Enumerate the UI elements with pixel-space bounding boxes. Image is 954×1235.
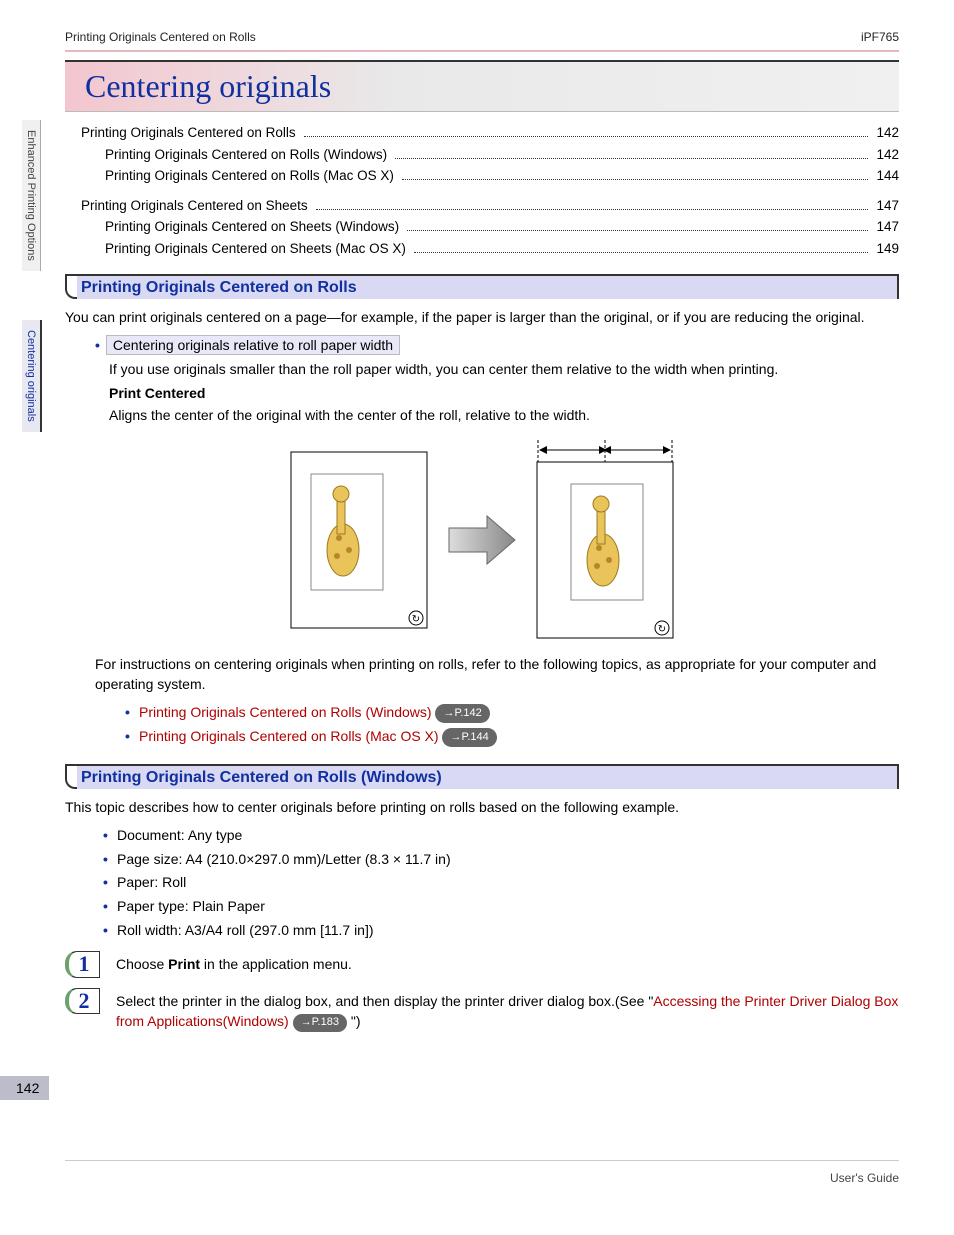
header-left-text: Printing Originals Centered on Rolls <box>65 30 256 44</box>
svg-text:↻: ↻ <box>412 614 420 625</box>
paragraph: If you use originals smaller than the ro… <box>109 359 899 379</box>
step: 1 Choose Print in the application menu. <box>65 951 899 977</box>
page-footer: User's Guide <box>65 1160 899 1185</box>
highlighted-text: Centering originals relative to roll pap… <box>106 335 400 355</box>
paragraph: This topic describes how to center origi… <box>65 797 899 817</box>
page: Enhanced Printing Options Centering orig… <box>0 0 954 1235</box>
step-text: Choose Print in the application menu. <box>116 951 899 974</box>
step-text: Select the printer in the dialog box, an… <box>116 988 899 1032</box>
chapter-title-box: Centering originals <box>65 60 899 112</box>
page-reference-badge[interactable]: →P.144 <box>442 728 496 747</box>
cross-reference-link[interactable]: Printing Originals Centered on Rolls (Ma… <box>139 728 439 744</box>
list-item: Printing Originals Centered on Rolls (Wi… <box>125 702 899 724</box>
page-number-tab: 142 <box>0 1076 49 1100</box>
toc-entry[interactable]: Printing Originals Centered on Sheets147 <box>81 195 899 217</box>
bullet-icon: • <box>95 337 100 353</box>
toc-entry[interactable]: Printing Originals Centered on Sheets (W… <box>81 216 899 238</box>
page-reference-badge[interactable]: →P.183 <box>293 1014 347 1032</box>
page-header: Printing Originals Centered on Rolls iPF… <box>65 30 899 52</box>
header-right-text: iPF765 <box>861 30 899 44</box>
bullet-block: • Centering originals relative to roll pa… <box>95 335 899 426</box>
step: 2 Select the printer in the dialog box, … <box>65 988 899 1032</box>
list-item: Page size: A4 (210.0×297.0 mm)/Letter (8… <box>103 849 899 871</box>
toc-entry[interactable]: Printing Originals Centered on Rolls (Wi… <box>81 144 899 166</box>
arrow-right-icon <box>447 510 517 570</box>
list-item: Document: Any type <box>103 825 899 847</box>
paragraph: Aligns the center of the original with t… <box>109 405 899 425</box>
svg-text:↻: ↻ <box>658 624 666 635</box>
subheading: Print Centered <box>109 383 899 403</box>
section-heading: Printing Originals Centered on Rolls <box>65 274 899 299</box>
section-heading: Printing Originals Centered on Rolls (Wi… <box>65 764 899 789</box>
page-reference-badge[interactable]: →P.142 <box>435 704 489 723</box>
toc-entry[interactable]: Printing Originals Centered on Sheets (M… <box>81 238 899 260</box>
side-tab-chapter: Centering originals <box>22 320 42 432</box>
list-item: Roll width: A3/A4 roll (297.0 mm [11.7 i… <box>103 920 899 942</box>
list-item: Paper: Roll <box>103 872 899 894</box>
giraffe-before-icon: ↻ <box>289 450 429 630</box>
toc-entry[interactable]: Printing Originals Centered on Rolls142 <box>81 122 899 144</box>
toc-entry[interactable]: Printing Originals Centered on Rolls (Ma… <box>81 165 899 187</box>
step-number: 2 <box>65 988 100 1014</box>
list-item: Paper type: Plain Paper <box>103 896 899 918</box>
bullet-list: Document: Any type Page size: A4 (210.0×… <box>103 825 899 941</box>
list-item: Printing Originals Centered on Rolls (Ma… <box>125 726 899 748</box>
illustration: ↻ ↻ <box>65 440 899 640</box>
table-of-contents: Printing Originals Centered on Rolls142 … <box>65 122 899 260</box>
giraffe-after-icon: ↻ <box>535 440 675 640</box>
step-number: 1 <box>65 951 100 977</box>
side-tab-category: Enhanced Printing Options <box>22 120 41 271</box>
cross-reference-link[interactable]: Printing Originals Centered on Rolls (Wi… <box>139 704 432 720</box>
paragraph: You can print originals centered on a pa… <box>65 307 899 327</box>
chapter-title: Centering originals <box>65 62 899 111</box>
paragraph: For instructions on centering originals … <box>95 654 899 695</box>
